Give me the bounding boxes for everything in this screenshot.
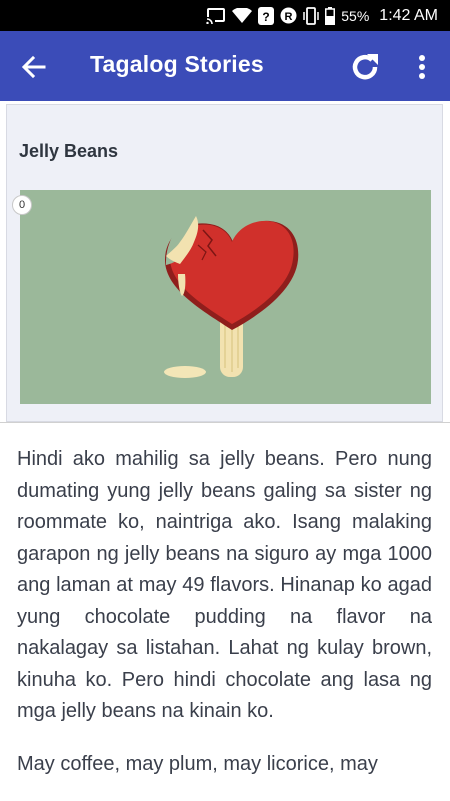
app-title: Tagalog Stories [90, 51, 264, 77]
cast-icon [206, 7, 226, 24]
wifi-icon [232, 7, 253, 24]
r-badge-icon: R [280, 7, 297, 24]
story-image [20, 190, 431, 404]
battery-percent: 55% [341, 7, 370, 24]
divider [0, 422, 450, 423]
app-bar: Tagalog Stories [0, 31, 450, 101]
story-paragraph: Hindi ako mahilig sa jelly beans. Pero n… [17, 448, 432, 722]
arrow-left-icon[interactable] [20, 53, 48, 81]
svg-text:?: ? [263, 10, 270, 24]
battery-icon [325, 6, 336, 25]
clock: 1:42 AM [379, 6, 438, 24]
svg-text:R: R [285, 11, 293, 23]
status-icons: ? R 55% 1:42 AM [206, 0, 438, 31]
story-body: Hindi ako mahilig sa jelly beans. Pero n… [17, 444, 432, 801]
heart-popsicle-illustration [164, 216, 299, 378]
more-vert-icon[interactable] [410, 53, 434, 81]
refresh-icon[interactable] [348, 50, 382, 84]
status-bar: ? R 55% 1:42 AM [0, 0, 450, 31]
story-header-card[interactable]: Jelly Beans 0 [6, 104, 443, 422]
nfc-icon: ? [258, 6, 275, 25]
image-counter-badge: 0 [12, 195, 32, 215]
story-title: Jelly Beans [19, 141, 119, 161]
story-paragraph: May coffee, may plum, may licorice, may [17, 752, 378, 775]
vibrate-icon [303, 6, 320, 25]
